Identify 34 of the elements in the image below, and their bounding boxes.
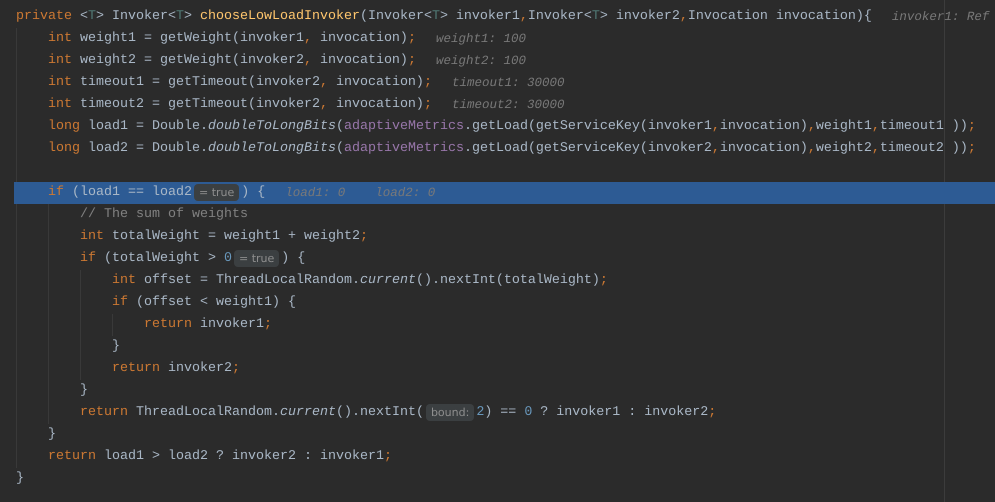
code-text: int weight2 = getWeight(invoker2, invocation); [48, 52, 416, 70]
debug-value: invoker1: Ref [892, 8, 990, 26]
code-text: return load1 > load2 ? invoker2 : invoker1; [48, 448, 392, 466]
debug-value: load1: 0 [285, 184, 346, 202]
code-text: int timeout1 = getTimeout(invoker2, invocation); [48, 74, 432, 92]
code-text: } [112, 338, 120, 356]
code-text: } [80, 382, 88, 400]
code-text: return invoker2; [112, 360, 240, 378]
code-text: } [48, 426, 56, 444]
code-text: int offset = ThreadLocalRandom.current().nextInt(totalWeight); [112, 272, 608, 290]
code-text: return ThreadLocalRandom.current().nextInt( [80, 404, 424, 422]
code-text: long load2 = Double.doubleToLongBits(adaptiveMetrics.getLoad(getServiceKey(invoker2,invocation),weight2,timeout2 )); [48, 140, 976, 158]
code-text: return invoker1; [144, 316, 272, 334]
code-text: // The sum of weights [80, 206, 248, 224]
code-text: long load1 = Double.doubleToLongBits(adaptiveMetrics.getLoad(getServiceKey(invoker1,invocation),weight1,timeout1 )); [48, 118, 976, 136]
inlay-hint: bound: [426, 404, 474, 422]
debug-value: weight1: 100 [436, 30, 526, 48]
code-text: int totalWeight = weight1 + weight2; [80, 228, 368, 246]
code-text: ) { [281, 250, 306, 268]
inlay-hint: = true [234, 250, 280, 268]
code-text: int timeout2 = getTimeout(invoker2, invocation); [48, 96, 432, 114]
code-text: 2) == 0 ? invoker1 : invoker2; [476, 404, 716, 422]
code-text: int weight1 = getWeight(invoker1, invocation); [48, 30, 416, 48]
debug-value: weight2: 100 [436, 52, 526, 70]
debug-value: load2: 0 [375, 184, 436, 202]
debug-value: timeout2: 30000 [452, 96, 564, 114]
code-text: if (offset < weight1) { [112, 294, 296, 312]
inlay-hint: = true [194, 184, 240, 202]
code-text: if (totalWeight > 0 [80, 250, 232, 268]
code-text: private <T> Invoker<T> chooseLowLoadInvoker(Invoker<T> invoker1,Invoker<T> invoker2,Invocation invocation){ [16, 8, 872, 26]
debug-value: timeout1: 30000 [452, 74, 564, 92]
code-text: } [16, 470, 24, 488]
code-text: ) { [241, 184, 266, 202]
code-text: if (load1 == load2 [48, 184, 192, 202]
